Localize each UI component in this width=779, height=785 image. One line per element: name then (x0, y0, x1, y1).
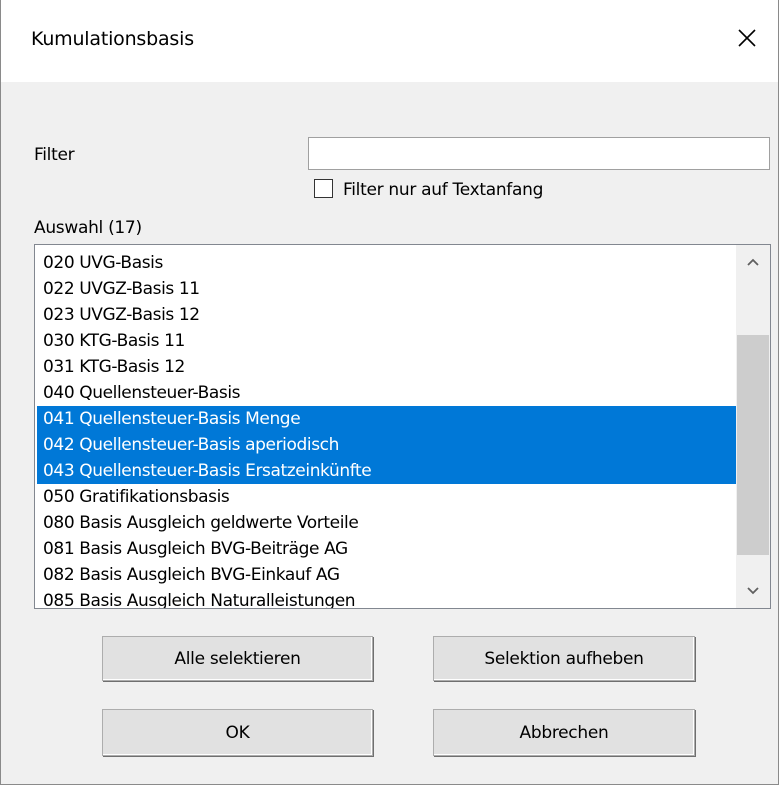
clear-selection-button[interactable]: Selektion aufheben (433, 636, 695, 681)
title-bar: Kumulationsbasis (1, 0, 778, 82)
ok-button[interactable]: OK (102, 709, 373, 756)
list-item[interactable]: 030 KTG-Basis 11 (37, 328, 737, 354)
vertical-scrollbar[interactable] (736, 245, 770, 608)
close-icon (738, 28, 756, 47)
chevron-down-icon (747, 587, 759, 595)
chevron-up-icon (747, 258, 759, 266)
list-item[interactable]: 085 Basis Ausgleich Naturalleistungen (37, 588, 737, 608)
list-item[interactable]: 020 UVG-Basis (37, 250, 737, 276)
list-item[interactable]: 050 Gratifikationsbasis (37, 484, 737, 510)
dialog-window: Kumulationsbasis Filter Filter nur auf T… (0, 0, 779, 785)
scrollbar-thumb[interactable] (737, 335, 769, 555)
list-item[interactable]: 041 Quellensteuer-Basis Menge (37, 406, 737, 432)
selection-listbox[interactable]: 020 UVG-Basis 022 UVGZ-Basis 11 023 UVGZ-B… (34, 244, 771, 609)
list-item[interactable]: 080 Basis Ausgleich geldwerte Vorteile (37, 510, 737, 536)
selection-list-items: 020 UVG-Basis 022 UVGZ-Basis 11 023 UVGZ-B… (37, 250, 737, 608)
list-item[interactable]: 022 UVGZ-Basis 11 (37, 276, 737, 302)
list-item[interactable]: 081 Basis Ausgleich BVG-Beiträge AG (37, 536, 737, 562)
list-item[interactable]: 031 KTG-Basis 12 (37, 354, 737, 380)
filter-prefix-checkbox[interactable] (314, 179, 333, 198)
cancel-button[interactable]: Abbrechen (433, 709, 695, 756)
filter-input[interactable] (308, 137, 770, 170)
selection-label: Auswahl (17) (34, 218, 142, 238)
filter-label: Filter (34, 145, 75, 165)
list-item[interactable]: 040 Quellensteuer-Basis (37, 380, 737, 406)
list-item[interactable]: 023 UVGZ-Basis 12 (37, 302, 737, 328)
filter-prefix-checkbox-label[interactable]: Filter nur auf Textanfang (343, 180, 543, 200)
scroll-down-button[interactable] (736, 574, 770, 608)
list-item[interactable]: 042 Quellensteuer-Basis aperiodisch (37, 432, 737, 458)
list-item[interactable]: 043 Quellensteuer-Basis Ersatzeinkünfte (37, 458, 737, 484)
close-button[interactable] (716, 0, 778, 75)
list-item[interactable]: 082 Basis Ausgleich BVG-Einkauf AG (37, 562, 737, 588)
dialog-title: Kumulationsbasis (31, 28, 194, 50)
scroll-up-button[interactable] (736, 245, 770, 279)
select-all-button[interactable]: Alle selektieren (102, 636, 373, 681)
